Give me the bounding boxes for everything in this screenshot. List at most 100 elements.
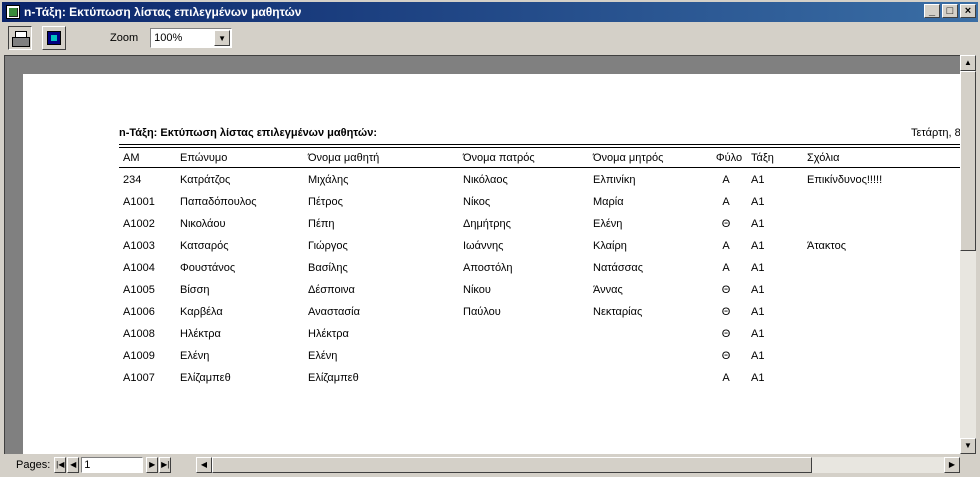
cell-surname: Ελίζαμπεθ	[180, 372, 231, 384]
maximize-button[interactable]: □	[942, 4, 958, 18]
scroll-left-button[interactable]: ◀	[196, 457, 212, 473]
cell-class: Α1	[751, 284, 765, 296]
cell-sex: Α	[722, 196, 730, 208]
cell-mother: Μαρία	[593, 196, 624, 208]
column-header-class: Τάξη	[751, 152, 774, 164]
cell-father: Νίκου	[463, 284, 491, 296]
column-header-notes: Σχόλια	[807, 152, 840, 164]
cell-sex: Α	[722, 372, 730, 384]
scroll-down-button[interactable]: ▼	[960, 438, 976, 454]
table-row: Α1001 Παπαδόπουλος Πέτρος Νίκος Μαρία Α Α1	[23, 196, 960, 212]
table-row: Α1006 Καρβέλα Αναστασία Παύλου Νεκταρίας Θ Α1	[23, 306, 960, 322]
title-bar[interactable]: n-Τάξη: Εκτύπωση λίστας επιλεγμένων μαθη…	[2, 2, 978, 22]
cell-class: Α1	[751, 328, 765, 340]
table-row: Α1008 Ηλέκτρα Ηλέκτρα Θ Α1	[23, 328, 960, 344]
cell-sex: Θ	[721, 306, 731, 318]
cell-mother: Ελένη	[593, 218, 623, 230]
vertical-scrollbar[interactable]: ▲ ▼	[960, 55, 976, 454]
cell-am: Α1002	[123, 218, 155, 230]
page-number-input[interactable]: 1	[81, 457, 144, 473]
zoom-label: Zoom	[110, 32, 139, 44]
zoom-select[interactable]: 100% ▼	[150, 28, 233, 48]
cell-father: Νίκος	[463, 196, 491, 208]
cell-mother: Νεκταρίας	[593, 306, 643, 318]
toolbar: Zoom 100% ▼	[2, 24, 978, 52]
horizontal-scroll-thumb[interactable]	[212, 457, 812, 473]
cell-father: Αποστόλη	[463, 262, 513, 274]
cell-am: Α1009	[123, 350, 155, 362]
table-row: Α1009 Ελένη Ελένη Θ Α1	[23, 350, 960, 366]
cell-name: Αναστασία	[308, 306, 360, 318]
cell-name: Γιώργος	[308, 240, 348, 252]
divider	[119, 144, 960, 145]
cell-name: Ηλέκτρα	[308, 328, 349, 340]
cell-mother: Άννας	[593, 284, 623, 296]
cell-mother: Ελπινίκη	[593, 174, 636, 186]
cell-surname: Κατράτζος	[180, 174, 231, 186]
cell-surname: Παπαδόπουλος	[180, 196, 257, 208]
print-button[interactable]	[8, 26, 32, 50]
table-row: Α1004 Φουστάνος Βασίλης Αποστόλη Νατάσσας Α Α1	[23, 262, 960, 278]
table-row: Α1002 Νικολάου Πέπη Δημήτρης Ελένη Θ Α1	[23, 218, 960, 234]
cell-am: Α1008	[123, 328, 155, 340]
cell-father: Ιωάννης	[463, 240, 504, 252]
zoom-value: 100%	[154, 32, 183, 44]
cell-father: Νικόλαος	[463, 174, 508, 186]
report-date: Τετάρτη, 8	[911, 127, 960, 139]
cell-notes: Επικίνδυνος!!!!!	[807, 174, 883, 186]
cell-notes: Άτακτος	[807, 240, 846, 252]
cell-class: Α1	[751, 196, 765, 208]
cell-mother: Κλαίρη	[593, 240, 627, 252]
column-header-name: Όνομα μαθητή	[308, 152, 380, 164]
cell-mother: Νατάσσας	[593, 262, 644, 274]
cell-sex: Α	[722, 240, 730, 252]
resize-grip-icon[interactable]	[962, 459, 976, 473]
cell-name: Δέσποινα	[308, 284, 355, 296]
column-header-sex: Φύλο	[715, 152, 743, 164]
vertical-scroll-thumb[interactable]	[960, 71, 976, 251]
cell-am: Α1005	[123, 284, 155, 296]
cell-am: Α1003	[123, 240, 155, 252]
cell-name: Ελίζαμπεθ	[308, 372, 359, 384]
column-header-father: Όνομα πατρός	[463, 152, 535, 164]
cell-class: Α1	[751, 218, 765, 230]
window-controls: _ □ ×	[922, 4, 976, 18]
horizontal-scrollbar[interactable]: ◀ ▶	[196, 457, 960, 473]
page-setup-button[interactable]	[42, 26, 66, 50]
preview-area[interactable]: n-Τάξη: Εκτύπωση λίστας επιλεγμένων μαθη…	[4, 55, 960, 454]
cell-class: Α1	[751, 262, 765, 274]
first-page-button[interactable]: |◀	[54, 457, 67, 473]
chevron-down-icon[interactable]: ▼	[214, 30, 231, 46]
cell-sex: Θ	[721, 284, 731, 296]
cell-name: Μιχάλης	[308, 174, 349, 186]
close-button[interactable]: ×	[960, 4, 976, 18]
minimize-button[interactable]: _	[924, 4, 940, 18]
report-page: n-Τάξη: Εκτύπωση λίστας επιλεγμένων μαθη…	[23, 74, 960, 454]
cell-class: Α1	[751, 306, 765, 318]
divider	[119, 167, 960, 168]
previous-page-button[interactable]: ◀	[67, 457, 80, 473]
last-page-button[interactable]: ▶|	[159, 457, 172, 473]
scroll-right-button[interactable]: ▶	[944, 457, 960, 473]
next-page-button[interactable]: ▶	[146, 457, 159, 473]
cell-sex: Θ	[721, 328, 731, 340]
cell-surname: Ελένη	[180, 350, 210, 362]
cell-name: Πέπη	[308, 218, 335, 230]
pages-label: Pages:	[16, 459, 51, 471]
cell-class: Α1	[751, 372, 765, 384]
column-header-am: ΑΜ	[123, 152, 140, 164]
table-row: Α1005 Βίσση Δέσποινα Νίκου Άννας Θ Α1	[23, 284, 960, 300]
column-header-mother: Όνομα μητρός	[593, 152, 664, 164]
cell-name: Βασίλης	[308, 262, 348, 274]
cell-am: Α1004	[123, 262, 155, 274]
scroll-up-button[interactable]: ▲	[960, 55, 976, 71]
cell-class: Α1	[751, 240, 765, 252]
cell-class: Α1	[751, 350, 765, 362]
cell-sex: Θ	[721, 350, 731, 362]
cell-surname: Νικολάου	[180, 218, 226, 230]
cell-surname: Κατσαρός	[180, 240, 229, 252]
app-icon[interactable]	[6, 5, 20, 19]
cell-class: Α1	[751, 174, 765, 186]
divider	[119, 147, 960, 148]
cell-father: Δημήτρης	[463, 218, 511, 230]
